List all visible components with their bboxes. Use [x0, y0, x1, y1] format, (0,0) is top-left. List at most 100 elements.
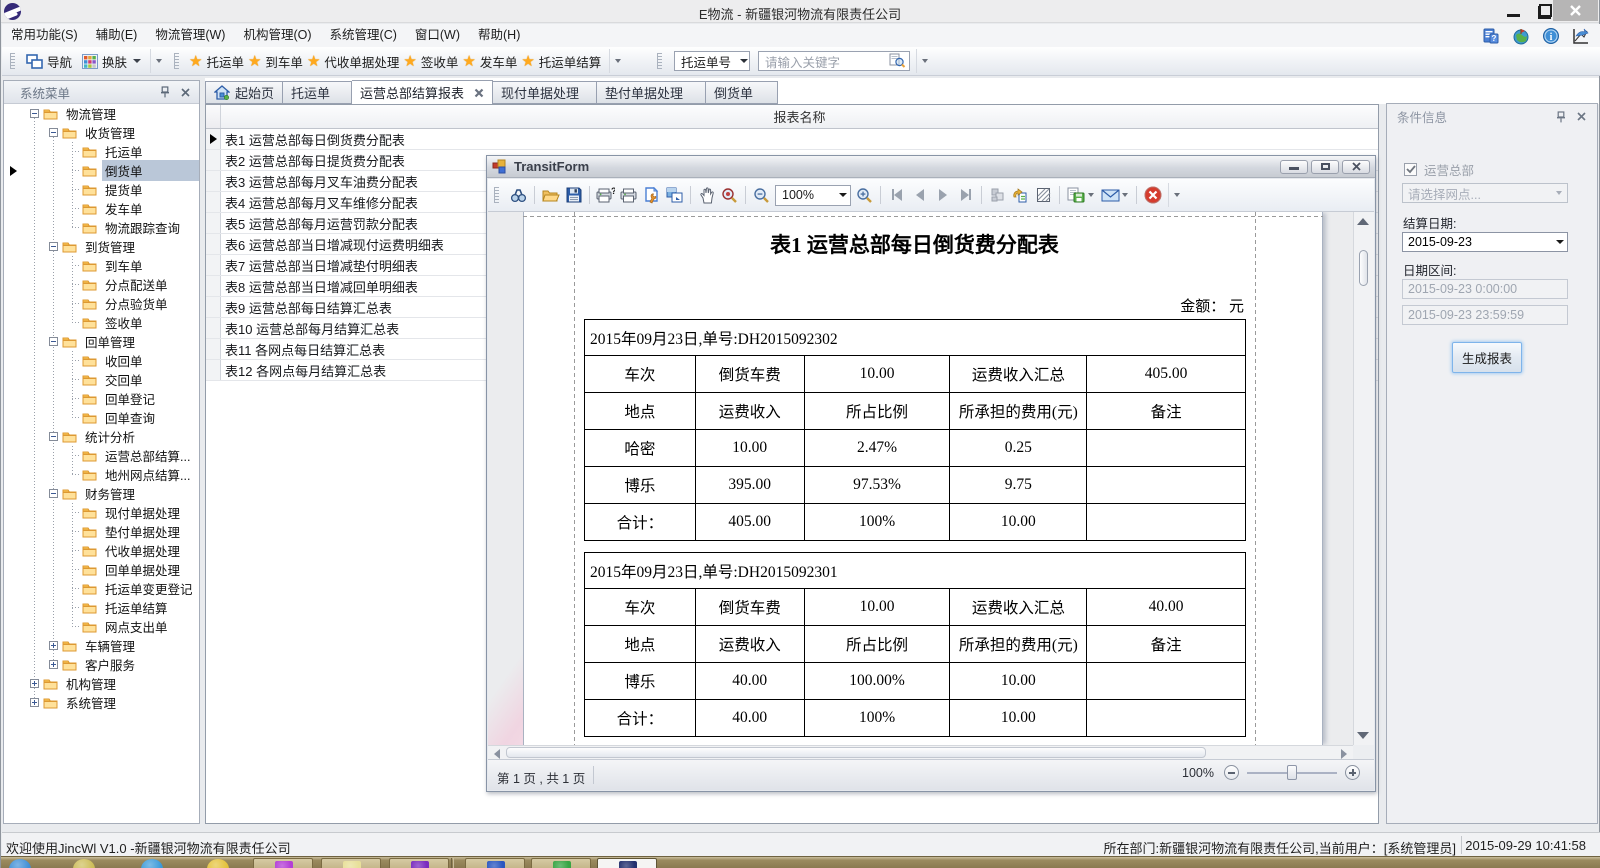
scroll-down-arrow[interactable]	[1357, 732, 1369, 739]
fill-icon[interactable]	[1009, 185, 1032, 205]
tree-node[interactable]: 交回单	[4, 370, 199, 389]
scroll-left-arrow[interactable]	[494, 749, 500, 759]
tree-node[interactable]: 回单登记	[4, 389, 199, 408]
taskbar-app-5[interactable]	[531, 858, 591, 868]
collapse-icon[interactable]	[30, 109, 39, 118]
save-as-caret[interactable]	[1088, 193, 1094, 197]
tree-node[interactable]: 地州网点结算...	[4, 465, 199, 484]
collapse-icon[interactable]	[49, 432, 58, 441]
close-button[interactable]	[1553, 0, 1598, 21]
favorites-overflow-button[interactable]	[609, 49, 625, 73]
favorite-shortcut[interactable]: ★ 代收单据处理	[307, 52, 399, 71]
tree-node[interactable]: 代收单据处理	[4, 541, 199, 560]
favorite-shortcut[interactable]: ★ 托运单	[189, 52, 244, 71]
page-setup-icon[interactable]	[640, 185, 663, 205]
tree-node[interactable]: 车辆管理	[4, 636, 199, 655]
zoom-slider[interactable]	[1247, 765, 1337, 780]
collapse-icon[interactable]	[49, 128, 58, 137]
tree-node[interactable]: 分点验货单	[4, 294, 199, 313]
tree-node[interactable]: 客户服务	[4, 655, 199, 674]
tree-node[interactable]: 提货单	[4, 180, 199, 199]
menu-item[interactable]: 系统管理(C)	[321, 24, 406, 47]
taskbar-app-2[interactable]	[321, 858, 381, 868]
tree-node[interactable]: 收货管理	[4, 123, 199, 142]
pin-icon[interactable]	[157, 85, 173, 99]
tab-6[interactable]: 倒货单	[706, 81, 778, 104]
tree-node[interactable]: 托运单变更登记	[4, 579, 199, 598]
save-as-icon[interactable]	[1064, 185, 1088, 205]
help-book-icon[interactable]: ?	[1481, 26, 1500, 45]
tree-node[interactable]: 签收单	[4, 313, 199, 332]
tree-node[interactable]: 回单单据处理	[4, 560, 199, 579]
zoom-plus-icon[interactable]	[853, 185, 876, 205]
report-list-row[interactable]: 表1 运营总部每日倒货费分配表	[206, 129, 1378, 150]
collapse-icon[interactable]	[49, 489, 58, 498]
tree-node[interactable]: 系统管理	[4, 693, 199, 712]
email-icon[interactable]	[1098, 185, 1122, 205]
favorite-shortcut[interactable]: ★ 签收单	[403, 52, 458, 71]
expand-icon[interactable]	[30, 698, 39, 707]
last-page-icon[interactable]	[954, 185, 977, 205]
taskbar-app-4[interactable]	[465, 858, 525, 868]
print-preview-icon[interactable]: ?	[594, 185, 617, 205]
search-overflow-button[interactable]	[916, 49, 932, 73]
tree-node[interactable]: 现付单据处理	[4, 503, 199, 522]
tree-node[interactable]: 网点支出单	[4, 617, 199, 636]
find-icon[interactable]	[507, 185, 530, 205]
zoom-in-icon[interactable]	[718, 185, 741, 205]
email-caret[interactable]	[1122, 193, 1128, 197]
tab-1[interactable]: 起始页	[205, 81, 283, 104]
bookmark-icon[interactable]	[986, 185, 1009, 205]
first-page-icon[interactable]	[885, 185, 908, 205]
collapse-icon[interactable]	[49, 242, 58, 251]
statistics-icon[interactable]	[1571, 26, 1590, 45]
tree-node[interactable]: 倒货单	[4, 161, 199, 180]
tree-node[interactable]: 收回单	[4, 351, 199, 370]
tab-4[interactable]: 现付单据处理	[493, 81, 597, 104]
tree-node[interactable]: 机构管理	[4, 674, 199, 693]
tab-3[interactable]: 运营总部结算报表	[352, 80, 493, 104]
tree-node[interactable]: 到货管理	[4, 237, 199, 256]
favorite-shortcut[interactable]: ★ 到车单	[248, 52, 303, 71]
generate-report-button[interactable]: 生成报表	[1452, 342, 1522, 373]
menu-item[interactable]: 常用功能(S)	[2, 24, 87, 47]
taskbar-app-6[interactable]	[597, 858, 657, 868]
tree-node[interactable]: 到车单	[4, 256, 199, 275]
tree-node[interactable]: 回单查询	[4, 408, 199, 427]
info-icon[interactable]: i	[1541, 26, 1560, 45]
horizontal-scroll-thumb[interactable]	[506, 747, 1206, 758]
vertical-scrollbar[interactable]	[1353, 212, 1374, 745]
taskbar-icon-2[interactable]	[73, 859, 95, 868]
toolbar-overflow-button[interactable]	[150, 49, 166, 73]
export-image-icon[interactable]	[663, 185, 686, 205]
watermark-icon[interactable]	[1032, 185, 1055, 205]
taskbar-icon-3[interactable]	[141, 859, 163, 868]
menu-item[interactable]: 物流管理(W)	[146, 24, 234, 47]
skin-button[interactable]: 换肤	[77, 49, 146, 73]
tab-close-icon[interactable]	[474, 88, 484, 98]
transit-toolbar-overflow[interactable]	[1168, 183, 1184, 207]
transit-minimize-button[interactable]	[1280, 160, 1308, 174]
tree-node[interactable]: 回单管理	[4, 332, 199, 351]
prev-page-icon[interactable]	[908, 185, 931, 205]
panel-close-icon[interactable]	[1573, 110, 1589, 124]
menu-item[interactable]: 帮助(H)	[469, 24, 529, 47]
search-input[interactable]: 请输入关键字	[758, 51, 910, 71]
open-icon[interactable]	[539, 185, 562, 205]
transit-title-bar[interactable]: TransitForm	[487, 156, 1375, 178]
os-taskbar[interactable]	[1, 856, 1600, 868]
expand-icon[interactable]	[49, 641, 58, 650]
search-type-combo[interactable]: 托运单号	[674, 51, 750, 71]
taskbar-app-3[interactable]	[389, 858, 449, 868]
transit-close-button[interactable]	[1342, 160, 1370, 174]
taskbar-app-1[interactable]	[253, 858, 313, 868]
minimize-button[interactable]	[1497, 0, 1529, 22]
next-page-icon[interactable]	[931, 185, 954, 205]
taskbar-icon-1[interactable]	[9, 859, 31, 868]
tree-node[interactable]: 财务管理	[4, 484, 199, 503]
vertical-scroll-thumb[interactable]	[1359, 250, 1368, 286]
print-icon[interactable]	[617, 185, 640, 205]
settle-date-combo[interactable]: 2015-09-23	[1402, 232, 1568, 252]
menu-item[interactable]: 机构管理(O)	[234, 24, 320, 47]
zoom-slider-thumb[interactable]	[1287, 765, 1297, 780]
